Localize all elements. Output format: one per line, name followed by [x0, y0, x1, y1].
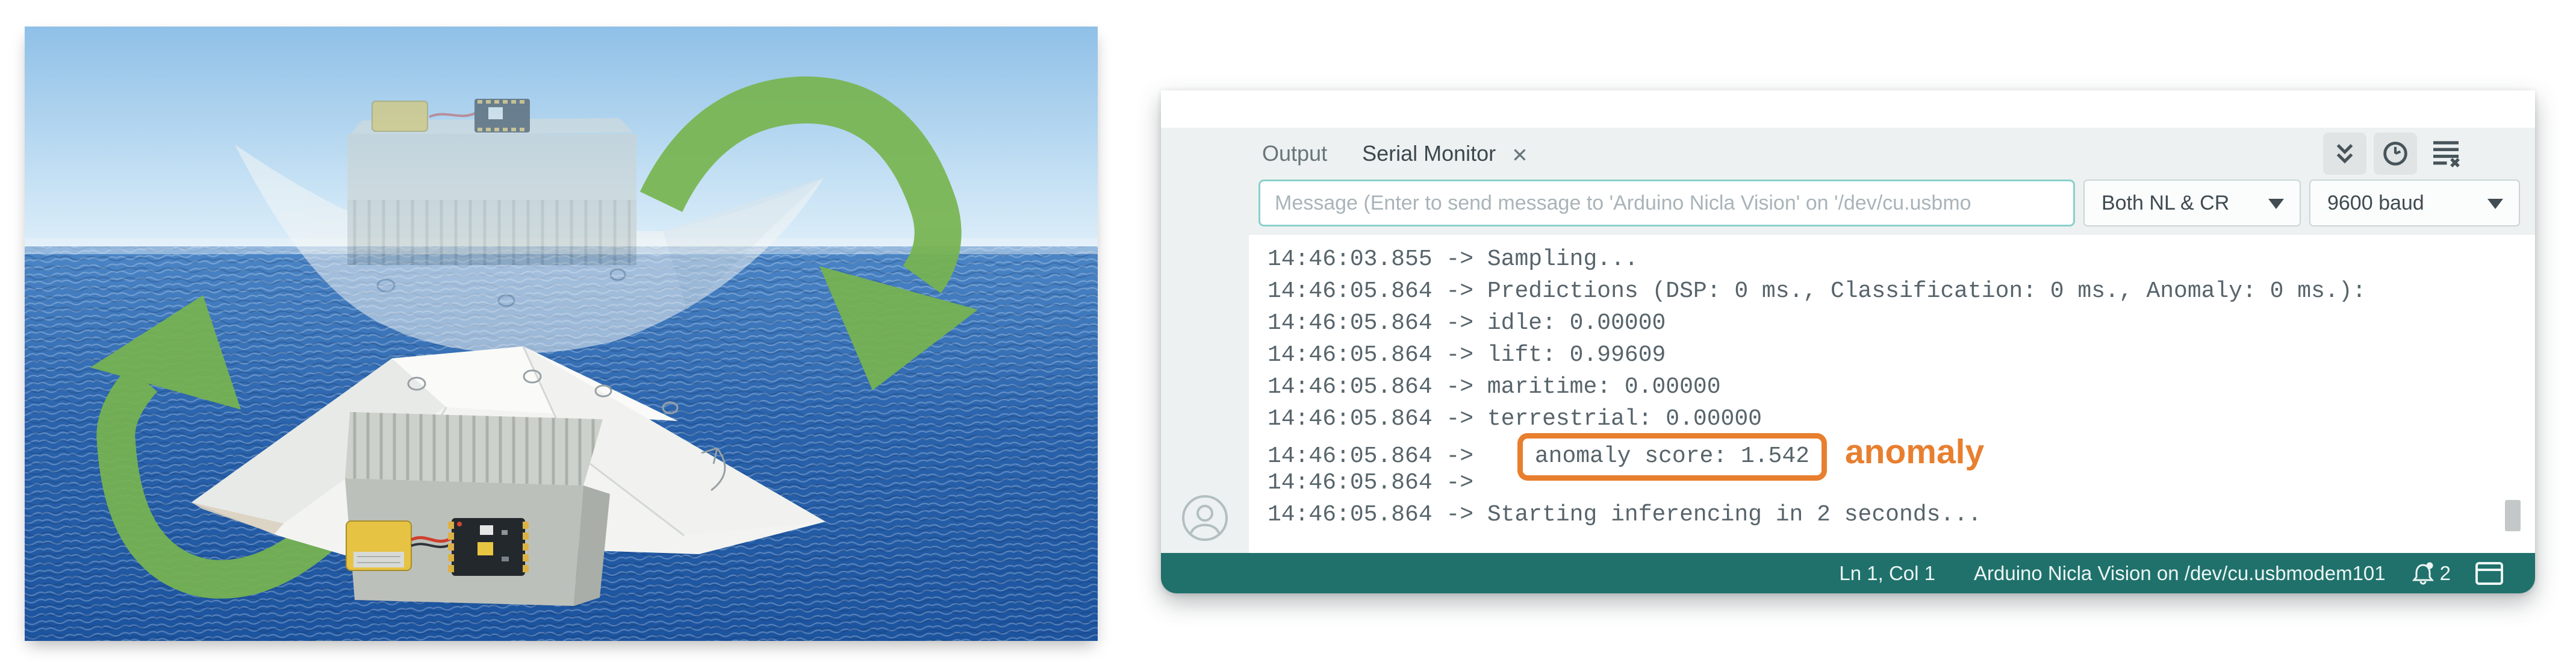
chevron-down-icon	[2487, 199, 2503, 209]
timestamp-toggle-button[interactable]	[2374, 133, 2417, 175]
tab-serial-monitor[interactable]: Serial Monitor	[1362, 141, 1496, 166]
anomaly-score-highlight: anomaly score: 1.542	[1517, 433, 1827, 481]
cursor-position[interactable]: Ln 1, Col 1	[1839, 562, 1935, 585]
serial-output[interactable]: 14:46:03.855 -> Sampling... 14:46:05.864…	[1249, 235, 2535, 553]
screenshot-root: Output Serial Monitor ✕	[0, 0, 2576, 662]
boat-flip-svg	[25, 27, 1098, 641]
serial-line: 14:46:05.864 -> Starting inferencing in …	[1268, 499, 1982, 531]
status-bar: Ln 1, Col 1 Arduino Nicla Vision on /dev…	[1161, 553, 2535, 593]
serial-line: 14:46:05.864 -> terrestrial: 0.00000	[1268, 403, 1762, 435]
notification-count: 2	[2440, 562, 2451, 585]
scrollbar-thumb[interactable]	[2505, 500, 2521, 531]
baud-rate-value: 9600 baud	[2327, 192, 2424, 215]
serial-line-prefix: 14:46:05.864 ->	[1268, 443, 1487, 469]
panel-toggle-icon	[2475, 561, 2504, 585]
message-input[interactable]	[1258, 180, 2075, 226]
line-ending-value: Both NL & CR	[2102, 192, 2229, 215]
panel-toolbar	[2323, 133, 2468, 175]
toggle-panel-button[interactable]	[2475, 561, 2504, 585]
account-button[interactable]	[1179, 492, 1231, 544]
line-ending-select[interactable]: Both NL & CR	[2083, 180, 2301, 226]
anomaly-annotation: anomaly	[1845, 432, 1984, 471]
collapse-panel-button[interactable]	[2323, 133, 2366, 175]
serial-input-row: Both NL & CR 9600 baud	[1258, 180, 2520, 226]
serial-line: 14:46:05.864 ->	[1268, 467, 1473, 499]
battery-ghost	[372, 101, 428, 131]
board-port-label[interactable]: Arduino Nicla Vision on /dev/cu.usbmodem…	[1974, 562, 2386, 585]
clear-output-button[interactable]	[2424, 133, 2468, 175]
baud-rate-select[interactable]: 9600 baud	[2309, 180, 2520, 226]
double-chevron-down-icon	[2331, 140, 2359, 167]
account-icon	[1179, 492, 1231, 544]
boat-flip-illustration	[25, 27, 1098, 641]
tab-output[interactable]: Output	[1262, 141, 1327, 166]
close-icon[interactable]: ✕	[1511, 143, 1528, 165]
editor-bottom-strip	[1161, 90, 2535, 128]
serial-monitor-panel: Output Serial Monitor ✕	[1161, 90, 2535, 593]
serial-line: 14:46:03.855 -> Sampling...	[1268, 243, 1638, 275]
chevron-down-icon	[2268, 199, 2284, 209]
serial-line-anomaly: 14:46:05.864 -> anomaly score: 1.542anom…	[1268, 435, 1984, 467]
bell-icon	[2412, 561, 2434, 585]
serial-line: 14:46:05.864 -> lift: 0.99609	[1268, 339, 1666, 371]
clock-icon	[2380, 139, 2410, 169]
serial-line: 14:46:05.864 -> maritime: 0.00000	[1268, 371, 1721, 403]
serial-line: 14:46:05.864 -> Predictions (DSP: 0 ms.,…	[1268, 275, 2366, 307]
notifications-button[interactable]: 2	[2412, 561, 2451, 585]
serial-line: 14:46:05.864 -> idle: 0.00000	[1268, 307, 1666, 339]
clear-output-icon	[2430, 137, 2462, 170]
panel-tabs: Output Serial Monitor ✕	[1262, 128, 1528, 180]
